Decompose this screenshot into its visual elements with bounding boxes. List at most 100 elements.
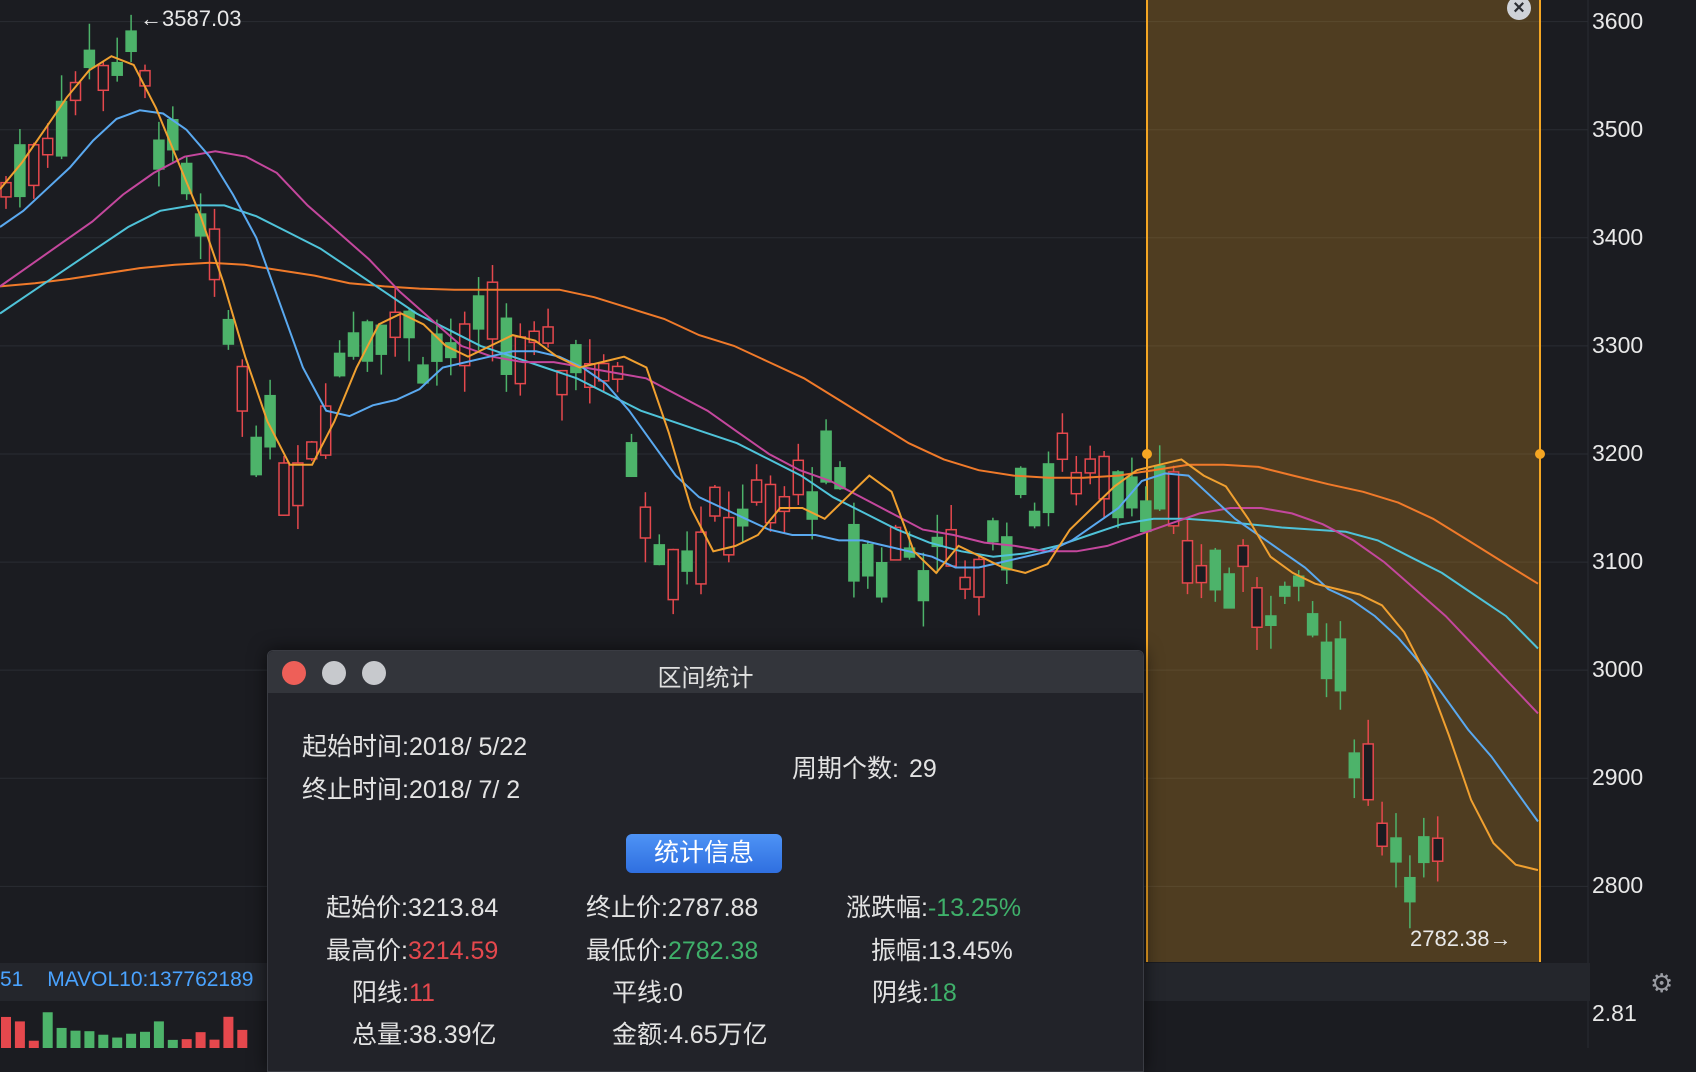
candle-up [639, 506, 652, 539]
volume-bar [70, 1030, 81, 1048]
volume-bar [209, 1039, 220, 1048]
flat-count-label: 平线: [612, 979, 669, 1007]
down-count-value: 18 [928, 979, 957, 1007]
volume-bar [153, 1021, 164, 1048]
dialog-title-bar[interactable]: 区间统计 [268, 651, 1143, 693]
candle-down [1306, 613, 1319, 636]
volume-bar [181, 1039, 192, 1048]
candle-up [236, 365, 249, 412]
candle-down [333, 352, 346, 377]
start-price-value: 3213.84 [407, 894, 499, 922]
candle-up [486, 281, 499, 340]
volume-bars [1, 1012, 248, 1048]
candle-up [973, 558, 985, 598]
candle-up [1195, 564, 1208, 584]
candle-up [1237, 544, 1249, 568]
candle-down [1404, 876, 1416, 903]
volume-bar [1, 1016, 11, 1048]
period-value: 29 [908, 755, 937, 783]
volume-axis-label: 2.81 [1592, 1000, 1637, 1026]
candle-down [1223, 573, 1235, 609]
volume-value: 38.39亿 [408, 1021, 497, 1049]
end-time-label: 终止时间: [302, 776, 409, 804]
amount-label: 金额: [612, 1021, 669, 1049]
candle-down [987, 520, 999, 543]
candle-up [750, 479, 763, 503]
change-value: -13.25% [927, 894, 1022, 922]
candle-up [1376, 822, 1388, 848]
candle-down [1265, 615, 1277, 627]
selection-right-handle[interactable] [1535, 448, 1545, 459]
end-time-row: 终止时间:2018/ 7/ 2 [302, 770, 520, 806]
change-row: 涨跌幅:-13.25% [846, 888, 1021, 924]
amplitude-row: 振幅:13.45% [871, 931, 1013, 967]
y-tick-label: 3500 [1592, 115, 1644, 142]
candle-up [306, 441, 318, 460]
candle-down [820, 430, 832, 483]
candle-down [472, 295, 485, 330]
candle-down [1028, 510, 1041, 527]
candle-down [500, 317, 513, 375]
candle-up [1056, 432, 1069, 461]
candle-down [1153, 465, 1166, 510]
volume-label: 总量: [352, 1021, 409, 1049]
candle-up [792, 459, 805, 496]
candle-down [625, 442, 638, 478]
candle-up [1167, 471, 1180, 527]
low-price-label: 最低价: [586, 937, 668, 965]
high-price-value: 3214.59 [407, 937, 499, 965]
candle-down [862, 543, 874, 577]
flat-count-row: 平线:0 [612, 973, 683, 1009]
stats-info-button[interactable]: 统计信息 [626, 834, 782, 873]
high-price-label: 最高价: [326, 937, 408, 965]
change-label: 涨跌幅: [846, 894, 928, 922]
start-time-value: 2018/ 5/22 [408, 733, 528, 761]
candle-up [542, 326, 554, 344]
volume-bar [126, 1033, 137, 1048]
volume-row: 总量:38.39亿 [352, 1015, 497, 1051]
mavol-label: 51 MAVOL10:137762189 [0, 968, 253, 992]
y-tick-label: 3100 [1592, 548, 1644, 575]
amplitude-value: 13.45% [927, 937, 1013, 965]
candle-up [667, 548, 679, 601]
selection-left-handle[interactable] [1142, 448, 1152, 459]
up-count-label: 阳线: [352, 979, 409, 1007]
candle-down [1014, 467, 1027, 496]
period-row: 周期个数: 29 [792, 749, 937, 785]
down-count-label: 阴线: [872, 979, 929, 1007]
candle-up [1084, 458, 1096, 474]
volume-bar [98, 1034, 109, 1048]
volume-bar [42, 1012, 53, 1048]
y-tick-label: 3400 [1592, 223, 1644, 250]
candle-down [1209, 549, 1222, 591]
volume-bar [167, 1039, 178, 1048]
candle-down [1042, 463, 1055, 514]
candle-up [97, 64, 110, 92]
candle-down [125, 30, 137, 53]
candle-down [653, 544, 666, 566]
candle-down [681, 550, 693, 572]
candle-down [153, 139, 165, 170]
flat-count-value: 0 [668, 979, 683, 1007]
y-tick-label: 2900 [1592, 764, 1644, 791]
high-price-row: 最高价:3214.59 [326, 931, 498, 967]
volume-bar [112, 1037, 123, 1048]
candle-down [83, 49, 96, 69]
volume-bar [84, 1031, 95, 1048]
volume-bar [140, 1031, 150, 1048]
end-price-value: 2787.88 [667, 894, 759, 922]
candle-down [1320, 641, 1333, 680]
candle-up [1362, 743, 1374, 801]
gear-icon[interactable]: ⚙ [1650, 968, 1673, 999]
candle-up [1251, 587, 1263, 629]
amount-row: 金额:4.65万亿 [612, 1015, 768, 1051]
volume-bar [195, 1032, 206, 1048]
low-price-value: 2782.38 [667, 937, 759, 965]
start-price-row: 起始价:3213.84 [326, 888, 498, 924]
y-tick-label: 2800 [1592, 872, 1644, 899]
candle-down [1279, 585, 1291, 597]
candle-up [1431, 837, 1444, 862]
candle-down [167, 118, 179, 151]
mavol-value: MAVOL10:137762189 [47, 968, 254, 991]
down-count-row: 阴线:18 [872, 973, 957, 1009]
